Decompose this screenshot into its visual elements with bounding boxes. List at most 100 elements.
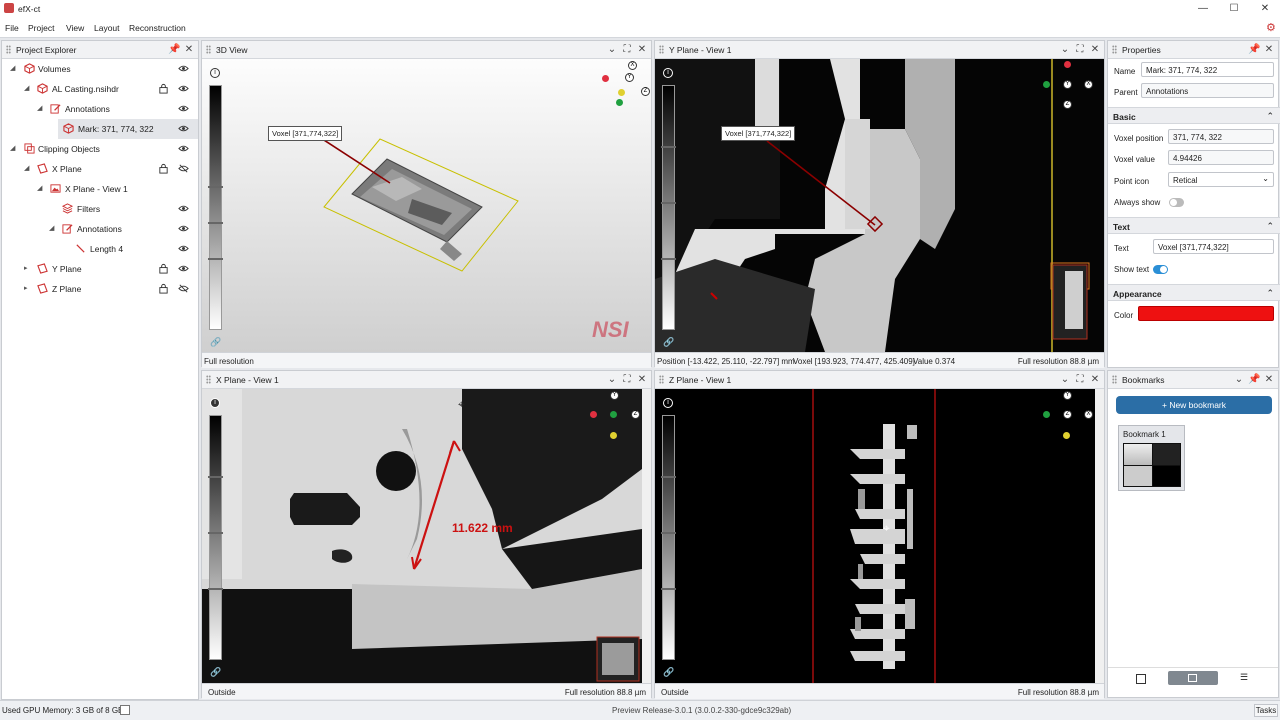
vertical-scrollbar[interactable]: [642, 389, 651, 683]
close-view-icon[interactable]: ✕: [636, 374, 648, 386]
hidden-eye-icon[interactable]: [178, 163, 189, 174]
axis-y-icon[interactable]: Y: [1063, 391, 1072, 400]
visibility-eye-icon[interactable]: [178, 63, 189, 74]
tree-item-x-plane[interactable]: ◢ X Plane: [2, 159, 198, 179]
axis-z-icon[interactable]: Z: [631, 410, 640, 419]
level-handle[interactable]: [208, 588, 223, 590]
drag-grip-icon[interactable]: [6, 45, 11, 54]
minimize-icon[interactable]: —: [1188, 0, 1218, 18]
bookmark-card[interactable]: Bookmark 1: [1118, 425, 1185, 491]
show-text-toggle[interactable]: [1153, 265, 1168, 274]
info-icon[interactable]: i: [210, 398, 220, 408]
drag-grip-icon[interactable]: [1112, 45, 1117, 54]
link-icon[interactable]: 🔗: [663, 667, 674, 678]
close-panel-icon[interactable]: ✕: [183, 44, 195, 56]
pin-icon[interactable]: 📌: [1248, 374, 1260, 386]
y-plane-viewport[interactable]: i 🔗 Voxel [371,774,322] Y X Z: [655, 59, 1104, 352]
list-view-icon[interactable]: ☰: [1240, 672, 1248, 683]
collapse-arrow-icon[interactable]: ◢: [24, 84, 29, 92]
tree-item-filters[interactable]: Filters: [2, 199, 198, 219]
window-level-bar[interactable]: [208, 85, 223, 330]
visibility-eye-icon[interactable]: [178, 103, 189, 114]
level-handle[interactable]: [208, 222, 223, 224]
voxel-annotation-label[interactable]: Voxel [371,774,322]: [721, 126, 796, 141]
axis-x-icon[interactable]: X: [1084, 80, 1093, 89]
close-panel-icon[interactable]: ✕: [1263, 44, 1275, 56]
lock-icon[interactable]: [158, 83, 169, 94]
collapse-arrow-icon[interactable]: ◢: [49, 224, 54, 232]
drag-grip-icon[interactable]: [659, 375, 664, 384]
tree-item-length-4[interactable]: Length 4: [2, 239, 198, 259]
visibility-eye-icon[interactable]: [178, 143, 189, 154]
chevron-down-icon[interactable]: ⌄: [1262, 174, 1269, 183]
link-icon[interactable]: 🔗: [663, 337, 674, 348]
collapse-arrow-icon[interactable]: ◢: [37, 184, 42, 192]
tree-item-y-plane[interactable]: ▸ Y Plane: [2, 259, 198, 279]
tree-item-annotations[interactable]: ◢ Annotations: [2, 99, 198, 119]
chevron-down-icon[interactable]: ⌄: [606, 44, 618, 56]
info-icon[interactable]: i: [210, 68, 220, 78]
close-window-icon[interactable]: ✕: [1250, 0, 1280, 18]
always-show-toggle[interactable]: [1169, 198, 1184, 207]
collapse-arrow-icon[interactable]: ◢: [10, 64, 15, 72]
menu-layout[interactable]: Layout: [94, 23, 120, 33]
settings-gear-icon[interactable]: ⚙: [1266, 21, 1276, 34]
tree-item-z-plane[interactable]: ▸ Z Plane: [2, 279, 198, 299]
chevron-down-icon[interactable]: ⌄: [1059, 374, 1071, 386]
level-handle[interactable]: [661, 146, 676, 148]
collapse-arrow-icon[interactable]: ◢: [10, 144, 15, 152]
pin-icon[interactable]: 📌: [1248, 44, 1260, 56]
close-view-icon[interactable]: ✕: [1089, 44, 1101, 56]
level-handle[interactable]: [208, 258, 223, 260]
close-view-icon[interactable]: ✕: [1089, 374, 1101, 386]
level-handle[interactable]: [661, 532, 676, 534]
axis-y-icon[interactable]: Y: [1063, 80, 1072, 89]
lock-icon[interactable]: [158, 283, 169, 294]
level-handle[interactable]: [661, 258, 676, 260]
level-handle[interactable]: [208, 532, 223, 534]
text-section-header[interactable]: Text ⌃: [1108, 217, 1280, 234]
chevron-down-icon[interactable]: ⌄: [1059, 44, 1071, 56]
window-level-bar[interactable]: [208, 415, 223, 660]
tree-item-x-plane-view-1[interactable]: ◢ X Plane - View 1: [2, 179, 198, 199]
level-handle[interactable]: [208, 186, 223, 188]
level-handle[interactable]: [208, 476, 223, 478]
collapse-caret-icon[interactable]: ⌃: [1266, 111, 1274, 122]
menu-reconstruction[interactable]: Reconstruction: [129, 23, 186, 33]
tasks-button[interactable]: Tasks: [1254, 704, 1278, 717]
vertical-scrollbar[interactable]: [1095, 389, 1104, 683]
measurement-label[interactable]: 11.622 mm: [452, 521, 513, 535]
lock-icon[interactable]: [158, 163, 169, 174]
appearance-section-header[interactable]: Appearance ⌃: [1108, 284, 1280, 301]
visibility-eye-icon[interactable]: [178, 83, 189, 94]
expand-arrow-icon[interactable]: ▸: [24, 284, 28, 292]
visibility-eye-icon[interactable]: [178, 123, 189, 134]
maximize-view-icon[interactable]: ⛶: [1074, 374, 1086, 386]
maximize-view-icon[interactable]: ⛶: [1074, 44, 1086, 56]
pin-icon[interactable]: 📌: [168, 44, 180, 56]
visibility-eye-icon[interactable]: [178, 203, 189, 214]
collapse-caret-icon[interactable]: ⌃: [1266, 221, 1274, 232]
close-view-icon[interactable]: ✕: [636, 44, 648, 56]
chevron-down-icon[interactable]: ⌄: [1233, 374, 1245, 386]
hidden-eye-icon[interactable]: [178, 283, 189, 294]
lock-icon[interactable]: [158, 263, 169, 274]
link-icon[interactable]: 🔗: [210, 667, 221, 678]
axis-y-icon[interactable]: Y: [610, 391, 619, 400]
window-level-bar[interactable]: [661, 415, 676, 660]
drag-grip-icon[interactable]: [206, 375, 211, 384]
collapse-arrow-icon[interactable]: ◢: [37, 104, 42, 112]
axis-y-icon[interactable]: Y: [625, 73, 634, 82]
chevron-down-icon[interactable]: ⌄: [606, 374, 618, 386]
level-handle[interactable]: [661, 476, 676, 478]
close-panel-icon[interactable]: ✕: [1263, 374, 1275, 386]
visibility-eye-icon[interactable]: [178, 263, 189, 274]
name-input[interactable]: Mark: 371, 774, 322: [1141, 62, 1274, 77]
tree-item-mark[interactable]: Mark: 371, 774, 322: [58, 119, 198, 139]
z-plane-viewport[interactable]: ⌖ i 🔗 Y Z X: [655, 389, 1095, 683]
drag-grip-icon[interactable]: [1112, 375, 1117, 384]
basic-section-header[interactable]: Basic ⌃: [1108, 107, 1280, 124]
maximize-view-icon[interactable]: ⛶: [621, 374, 633, 386]
visibility-eye-icon[interactable]: [178, 243, 189, 254]
visibility-eye-icon[interactable]: [178, 223, 189, 234]
